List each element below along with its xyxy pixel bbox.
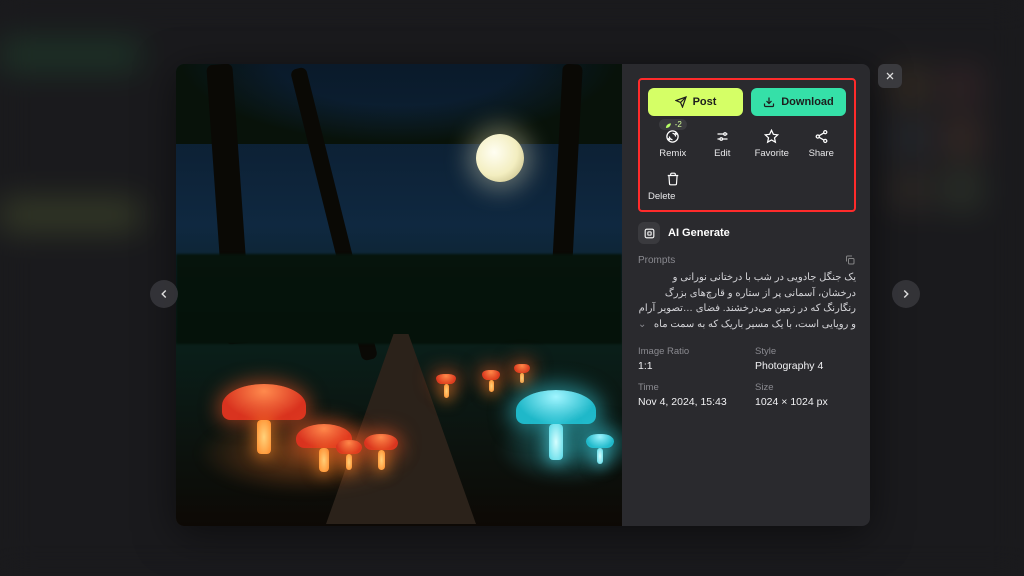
ratio-value: 1:1 bbox=[638, 360, 739, 372]
highlighted-actions-region: Post Download -2 Remix bbox=[638, 78, 856, 212]
trash-icon bbox=[666, 172, 680, 186]
remix-action[interactable]: -2 Remix bbox=[648, 124, 698, 161]
image-detail-modal: Post Download -2 Remix bbox=[176, 64, 870, 526]
edit-label: Edit bbox=[698, 148, 748, 159]
next-image-button[interactable] bbox=[892, 280, 920, 308]
close-button[interactable] bbox=[878, 64, 902, 88]
favorite-action[interactable]: Favorite bbox=[747, 124, 797, 161]
size-key: Size bbox=[755, 382, 856, 393]
remix-icon bbox=[665, 129, 680, 144]
chevron-down-icon[interactable]: ⌄ bbox=[638, 317, 646, 333]
share-icon bbox=[814, 129, 829, 144]
prompts-header: Prompts bbox=[638, 255, 675, 266]
post-button[interactable]: Post bbox=[648, 88, 743, 116]
share-action[interactable]: Share bbox=[797, 124, 847, 161]
star-icon bbox=[764, 129, 779, 144]
style-key: Style bbox=[755, 346, 856, 357]
copy-prompt-button[interactable] bbox=[844, 254, 856, 266]
chevron-right-icon bbox=[899, 287, 913, 301]
favorite-label: Favorite bbox=[747, 148, 797, 159]
sliders-icon bbox=[715, 129, 730, 144]
delete-action[interactable]: Delete bbox=[648, 167, 698, 204]
generated-image[interactable] bbox=[176, 64, 622, 526]
metadata-grid: Image Ratio 1:1 Style Photography 4 Time… bbox=[638, 346, 856, 408]
prompt-text[interactable]: یک جنگل جادویی در شب با درختانی نورانی و… bbox=[638, 270, 856, 334]
generator-label: AI Generate bbox=[668, 227, 730, 239]
download-icon bbox=[763, 96, 775, 108]
time-key: Time bbox=[638, 382, 739, 393]
remix-cost-badge: -2 bbox=[659, 119, 687, 130]
delete-label: Delete bbox=[648, 191, 698, 202]
detail-side-panel: Post Download -2 Remix bbox=[622, 64, 870, 526]
size-value: 1024 × 1024 px bbox=[755, 396, 856, 408]
download-button-label: Download bbox=[781, 96, 834, 108]
ratio-key: Image Ratio bbox=[638, 346, 739, 357]
prev-image-button[interactable] bbox=[150, 280, 178, 308]
ai-generate-icon bbox=[638, 222, 660, 244]
send-icon bbox=[675, 96, 687, 108]
edit-action[interactable]: Edit bbox=[698, 124, 748, 161]
time-value: Nov 4, 2024, 15:43 bbox=[638, 396, 739, 408]
generator-row[interactable]: AI Generate bbox=[638, 222, 856, 244]
download-button[interactable]: Download bbox=[751, 88, 846, 116]
leaf-icon bbox=[664, 121, 672, 129]
post-button-label: Post bbox=[693, 96, 717, 108]
copy-icon bbox=[844, 254, 856, 266]
style-value: Photography 4 bbox=[755, 360, 856, 372]
close-icon bbox=[884, 70, 896, 82]
remix-label: Remix bbox=[648, 148, 698, 159]
chevron-left-icon bbox=[157, 287, 171, 301]
share-label: Share bbox=[797, 148, 847, 159]
